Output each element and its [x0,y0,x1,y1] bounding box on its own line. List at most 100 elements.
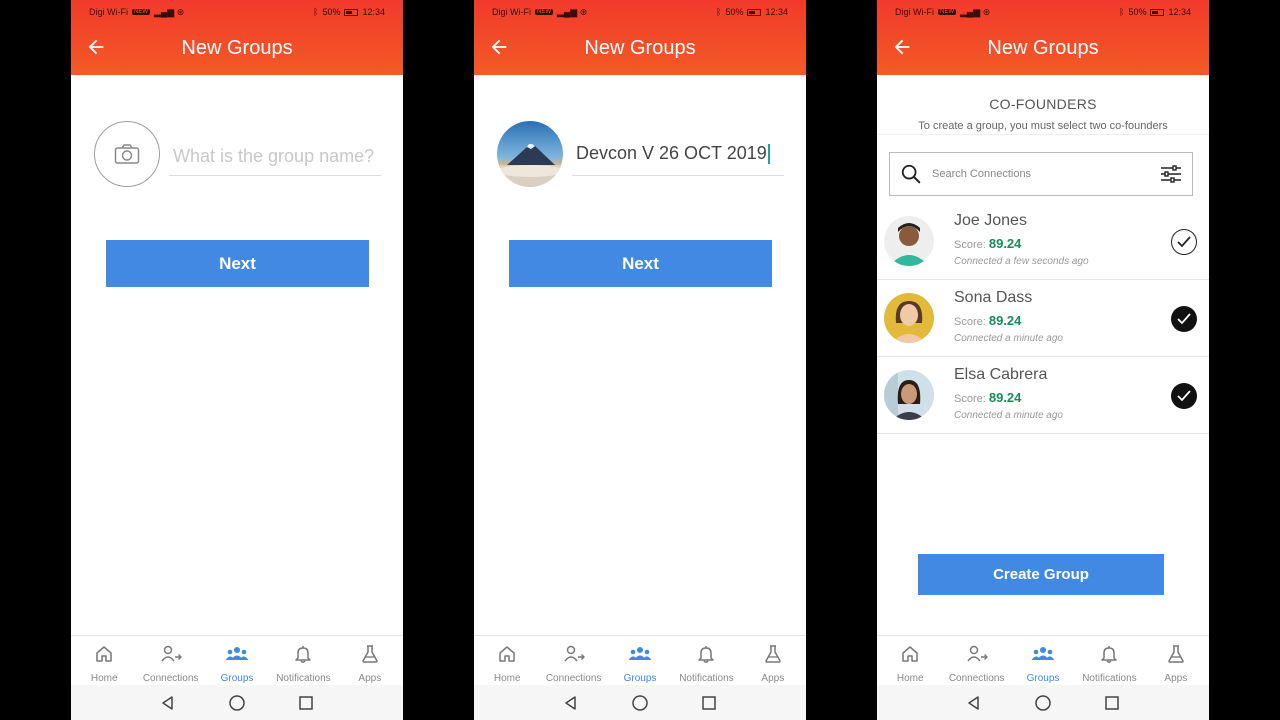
section-title: CO-FOUNDERS [989,96,1097,112]
nav-apps[interactable]: Apps [337,636,403,685]
status-bar: Digi Wi-Fi NEW ▂▄▆ ⊛ ᛒ 50% 12:34 [89,5,385,19]
battery-icon [344,8,359,16]
phone-screen-group-name: Digi Wi-Fi NEW ▂▄▆ ⊛ ᛒ 50% 12:34 New Groups … [71,0,403,720]
nav-label: Notifications [1082,673,1137,684]
nav-notifications[interactable]: Notifications [673,636,739,685]
flask-icon [1166,644,1186,669]
recents-square-icon[interactable] [298,695,314,711]
connection-name: Joe Jones [954,212,1027,229]
system-nav [474,685,806,720]
group-name-value: Devcon V 26 OCT 2019 [576,143,767,163]
carrier-label: Digi Wi-Fi [492,7,531,17]
groups-icon [225,644,249,669]
check-icon [1177,313,1191,325]
battery-icon [747,8,762,16]
nav-groups[interactable]: Groups [204,636,270,685]
search-input[interactable] [932,168,1160,180]
home-circle-icon[interactable] [228,694,246,712]
app-header: Digi Wi-Fi NEW ▂▄▆ ⊛ ᛒ 50% 12:34 New Groups [877,0,1209,75]
nav-groups[interactable]: Groups [1010,636,1076,685]
bell-icon [1099,644,1119,669]
bottom-nav: Home Connections Groups Notifications Apps [474,635,806,685]
page-title: New Groups [181,37,293,59]
nav-home[interactable]: Home [474,636,540,685]
home-icon [94,644,114,669]
avatar [884,370,934,420]
nav-notifications[interactable]: Notifications [1076,636,1142,685]
system-nav [71,685,403,720]
back-triangle-icon[interactable] [160,695,176,711]
select-checkbox[interactable] [1171,383,1197,409]
nav-groups[interactable]: Groups [607,636,673,685]
clock: 12:34 [1168,7,1191,17]
nav-connections[interactable]: Connections [540,636,606,685]
connection-time: Connected a minute ago [954,333,1063,344]
carrier-label: Digi Wi-Fi [89,7,128,17]
signal-icon: ▂▄▆ ⊛ [154,6,185,17]
next-button[interactable]: Next [106,240,369,287]
score-value: 89.24 [988,390,1022,405]
groups-icon [628,644,652,669]
group-name-input[interactable]: Devcon V 26 OCT 2019 [572,138,784,176]
bluetooth-icon: ᛒ [1119,7,1125,17]
home-icon [900,644,920,669]
connection-row[interactable]: Elsa Cabrera Score: 89.24 Connected a mi… [877,357,1209,434]
connection-score: Score: 89.24 [954,390,1021,405]
status-bar: Digi Wi-Fi NEW ▂▄▆ ⊛ ᛒ 50% 12:34 [492,5,788,19]
next-button[interactable]: Next [509,240,772,287]
group-photo-picker[interactable] [94,121,160,187]
battery-percent: 50% [1128,7,1147,17]
home-circle-icon[interactable] [631,694,649,712]
text-caret [767,144,770,165]
bottom-nav: Home Connections Groups Notifications Apps [71,635,403,685]
nav-connections[interactable]: Connections [943,636,1009,685]
group-photo[interactable] [497,121,563,187]
create-group-button[interactable]: Create Group [918,554,1164,595]
check-icon [1177,390,1191,402]
flask-icon [763,644,783,669]
nav-label: Home [896,673,924,684]
check-icon [1177,236,1191,248]
filter-icon[interactable] [1160,164,1182,184]
search-icon[interactable] [900,163,922,185]
home-circle-icon[interactable] [1034,694,1052,712]
nav-label: Apps [358,673,382,684]
nav-notifications[interactable]: Notifications [270,636,336,685]
bell-icon [696,644,716,669]
score-label: Score: [954,393,986,405]
avatar [884,293,934,343]
nav-label: Home [90,673,118,684]
avatar [884,216,934,266]
bluetooth-icon: ᛒ [313,7,319,17]
page-title: New Groups [584,37,696,59]
section-subtitle: To create a group, you must select two c… [918,120,1168,132]
back-triangle-icon[interactable] [966,695,982,711]
nav-label: Connections [948,673,1005,684]
nav-connections[interactable]: Connections [137,636,203,685]
nav-apps[interactable]: Apps [740,636,806,685]
connection-name: Sona Dass [954,289,1033,306]
group-name-input[interactable] [169,138,381,176]
search-bar [889,152,1193,196]
select-checkbox[interactable] [1171,306,1197,332]
app-header: Digi Wi-Fi NEW ▂▄▆ ⊛ ᛒ 50% 12:34 New Groups [71,0,403,75]
connection-row[interactable]: Joe Jones Score: 89.24 Connected a few s… [877,203,1209,280]
recents-square-icon[interactable] [1104,695,1120,711]
nav-label: Connections [142,673,199,684]
clock: 12:34 [765,7,788,17]
wifi-tag: NEW [938,9,956,15]
score-label: Score: [954,316,986,328]
nav-home[interactable]: Home [877,636,943,685]
camera-icon [114,144,140,164]
nav-home[interactable]: Home [71,636,137,685]
divider [877,134,1209,135]
back-triangle-icon[interactable] [563,695,579,711]
wifi-tag: NEW [132,9,150,15]
nav-label: Notifications [679,673,734,684]
nav-apps[interactable]: Apps [1143,636,1209,685]
select-checkbox[interactable] [1171,229,1197,255]
connection-row[interactable]: Sona Dass Score: 89.24 Connected a minut… [877,280,1209,357]
recents-square-icon[interactable] [701,695,717,711]
score-label: Score: [954,239,986,251]
nav-label: Apps [761,673,785,684]
